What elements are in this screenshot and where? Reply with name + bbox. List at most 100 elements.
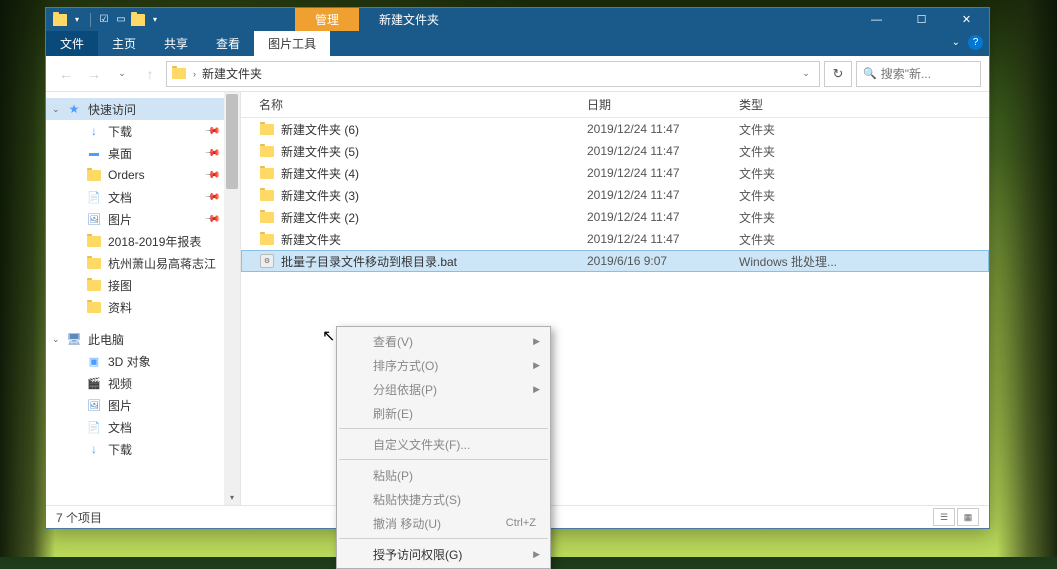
file-row[interactable]: 新建文件夹 (2)2019/12/24 11:47文件夹: [241, 206, 989, 228]
forward-button[interactable]: →: [82, 62, 106, 86]
context-item[interactable]: 刷新(E): [337, 401, 550, 425]
file-type: 文件夹: [739, 121, 989, 138]
context-item[interactable]: 分组依据(P)▶: [337, 377, 550, 401]
folder-icon: [171, 66, 187, 82]
help-icon[interactable]: ?: [968, 35, 983, 50]
file-name: 新建文件夹 (2): [281, 209, 587, 226]
folder-icon: [259, 143, 275, 159]
context-item[interactable]: 撤消 移动(U)Ctrl+Z: [337, 511, 550, 535]
close-button[interactable]: ✕: [944, 8, 989, 31]
view-icons-button[interactable]: ▦: [957, 508, 979, 526]
context-item[interactable]: 粘贴快捷方式(S): [337, 487, 550, 511]
sidebar-item[interactable]: ▬桌面📌: [46, 142, 240, 164]
address-dropdown-icon[interactable]: ⌄: [797, 68, 815, 79]
file-type: 文件夹: [739, 231, 989, 248]
sidebar-quick-access[interactable]: ⌄ ★ 快速访问: [46, 98, 240, 120]
sidebar-item[interactable]: 🖼图片📌: [46, 208, 240, 230]
context-tab-header: 管理: [295, 8, 359, 31]
column-name[interactable]: 名称: [259, 96, 587, 113]
sidebar-item-label: 下载: [108, 123, 132, 140]
folder-icon: [86, 233, 102, 249]
sidebar-item[interactable]: 🖼图片: [46, 394, 240, 416]
search-box[interactable]: 🔍: [856, 61, 981, 87]
qat-item-icon[interactable]: ▭: [113, 12, 129, 28]
sidebar-item-label: 资料: [108, 299, 132, 316]
sidebar-item[interactable]: 接图: [46, 274, 240, 296]
refresh-button[interactable]: ↻: [824, 61, 852, 87]
column-date[interactable]: 日期: [587, 96, 739, 113]
sidebar-item[interactable]: 2018-2019年报表: [46, 230, 240, 252]
context-item[interactable]: 粘贴(P): [337, 463, 550, 487]
column-type[interactable]: 类型: [739, 96, 989, 113]
file-date: 2019/12/24 11:47: [587, 210, 739, 224]
chevron-right-icon: ▶: [533, 360, 540, 371]
bat-icon: ⚙: [259, 253, 275, 269]
sidebar-this-pc[interactable]: ⌄ 🖥 此电脑: [46, 328, 240, 350]
sidebar-item[interactable]: 杭州萧山易高蒋志江: [46, 252, 240, 274]
expand-icon[interactable]: ⌄: [52, 104, 60, 115]
properties-icon[interactable]: ☑: [96, 12, 112, 28]
sidebar-item-label: 桌面: [108, 145, 132, 162]
sidebar-item[interactable]: ↓下载📌: [46, 120, 240, 142]
back-button[interactable]: ←: [54, 62, 78, 86]
scrollbar[interactable]: ▴ ▾: [224, 92, 240, 505]
file-name: 新建文件夹 (5): [281, 143, 587, 160]
tab-share[interactable]: 共享: [150, 31, 202, 56]
separator: [339, 428, 548, 429]
sidebar-item[interactable]: 📄文档: [46, 416, 240, 438]
sidebar-item-label: 图片: [108, 397, 132, 414]
picture-icon: 🖼: [86, 211, 102, 227]
file-type: Windows 批处理...: [739, 253, 988, 270]
pc-icon: 🖥: [66, 331, 82, 347]
file-row[interactable]: 新建文件夹2019/12/24 11:47文件夹: [241, 228, 989, 250]
qat-customize-icon[interactable]: ▾: [147, 12, 163, 28]
context-item[interactable]: 自定义文件夹(F)...: [337, 432, 550, 456]
search-input[interactable]: [881, 67, 974, 81]
sidebar-item[interactable]: 🎬视频: [46, 372, 240, 394]
context-item[interactable]: 排序方式(O)▶: [337, 353, 550, 377]
file-row[interactable]: 新建文件夹 (5)2019/12/24 11:47文件夹: [241, 140, 989, 162]
context-item-label: 查看(V): [373, 333, 413, 350]
window-title: 新建文件夹: [379, 11, 854, 28]
sidebar-item[interactable]: 📄文档📌: [46, 186, 240, 208]
history-dropdown[interactable]: ⌄: [110, 62, 134, 86]
separator: [339, 459, 548, 460]
tab-view[interactable]: 查看: [202, 31, 254, 56]
pin-icon: 📌: [203, 123, 220, 140]
separator: [339, 538, 548, 539]
chevron-right-icon: ▶: [533, 384, 540, 395]
maximize-button[interactable]: ☐: [899, 8, 944, 31]
file-type: 文件夹: [739, 165, 989, 182]
file-type: 文件夹: [739, 143, 989, 160]
up-button[interactable]: ↑: [138, 62, 162, 86]
address-bar[interactable]: › 新建文件夹 ⌄: [166, 61, 820, 87]
chevron-down-icon[interactable]: ⌄: [952, 37, 960, 48]
qat-dropdown-icon[interactable]: ▾: [69, 12, 85, 28]
context-item[interactable]: 查看(V)▶: [337, 329, 550, 353]
view-details-button[interactable]: ☰: [933, 508, 955, 526]
sidebar-item-label: 文档: [108, 189, 132, 206]
desktop-icon: ▬: [86, 145, 102, 161]
tab-home[interactable]: 主页: [98, 31, 150, 56]
pin-icon: 📌: [203, 167, 220, 184]
minimize-button[interactable]: —: [854, 8, 899, 31]
tab-picture-tools[interactable]: 图片工具: [254, 31, 330, 56]
file-row[interactable]: 新建文件夹 (3)2019/12/24 11:47文件夹: [241, 184, 989, 206]
scroll-down-icon[interactable]: ▾: [224, 489, 240, 505]
sidebar-item[interactable]: Orders📌: [46, 164, 240, 186]
sidebar-item-label: 视频: [108, 375, 132, 392]
file-name: 新建文件夹: [281, 231, 587, 248]
chevron-right-icon[interactable]: ›: [193, 69, 196, 79]
file-row[interactable]: ⚙批量子目录文件移动到根目录.bat2019/6/16 9:07Windows …: [241, 250, 989, 272]
file-row[interactable]: 新建文件夹 (6)2019/12/24 11:47文件夹: [241, 118, 989, 140]
sidebar-item[interactable]: ↓下载: [46, 438, 240, 460]
scrollbar-thumb[interactable]: [226, 94, 238, 189]
file-tab[interactable]: 文件: [46, 31, 98, 56]
sidebar-item[interactable]: ▣3D 对象: [46, 350, 240, 372]
expand-icon[interactable]: ⌄: [52, 334, 60, 345]
sidebar-item[interactable]: 资料: [46, 296, 240, 318]
address-segment[interactable]: 新建文件夹: [202, 65, 262, 82]
file-row[interactable]: 新建文件夹 (4)2019/12/24 11:47文件夹: [241, 162, 989, 184]
sidebar-item-label: 杭州萧山易高蒋志江: [108, 255, 216, 272]
context-item[interactable]: 授予访问权限(G)▶: [337, 542, 550, 566]
